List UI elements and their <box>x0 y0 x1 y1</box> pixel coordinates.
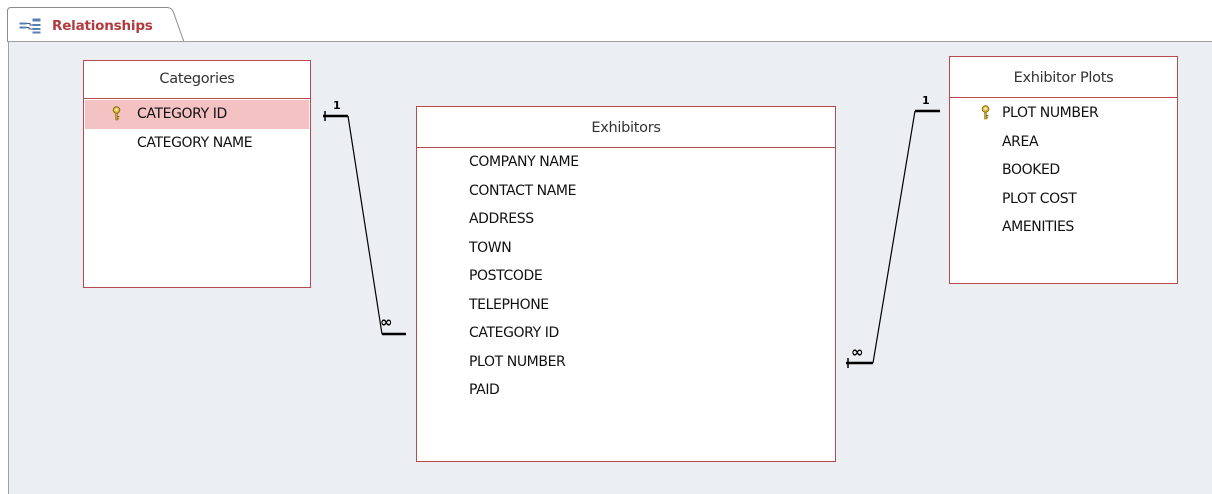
relationship-lines: 1 ∞ 1 ∞ <box>323 94 940 368</box>
one-side-label: 1 <box>922 94 930 107</box>
one-side-label: 1 <box>333 99 341 112</box>
relationship-line <box>347 115 383 335</box>
relationship-plots-exhibitors[interactable]: 1 ∞ <box>846 94 940 368</box>
many-side-label: ∞ <box>851 343 864 361</box>
relationship-categories-exhibitors[interactable]: 1 ∞ <box>323 99 406 336</box>
many-side-label: ∞ <box>380 313 393 331</box>
relationship-line <box>872 110 916 364</box>
